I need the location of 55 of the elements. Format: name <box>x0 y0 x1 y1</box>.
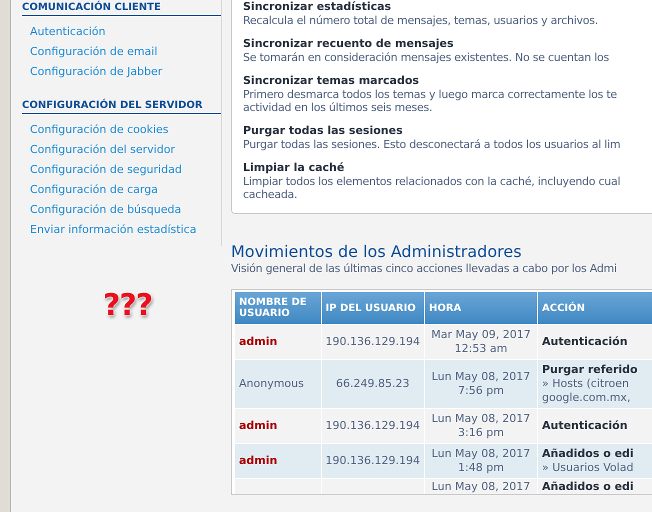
sidebar-link[interactable]: Configuración de búsqueda <box>30 203 182 216</box>
log-time: 1:48 pm <box>457 461 505 475</box>
sidebar-link[interactable]: Configuración de Jabber <box>30 65 162 78</box>
annotation-text: ??? <box>103 288 152 323</box>
log-time: Lun May 08, 2017 <box>430 480 532 494</box>
log-time: Mar May 09, 2017 <box>430 328 532 342</box>
tool-description: Limpiar todos los elementos relacionados con la caché, incluyendo cual <box>243 175 622 188</box>
tool-description: cacheada. <box>243 188 298 201</box>
tool-description: Se tomarán en consideración mensajes existentes. No se cuentan los <box>243 51 610 64</box>
tool-title: Limpiar la caché <box>243 161 346 175</box>
sidebar-link[interactable]: Configuración de email <box>30 45 158 58</box>
column-header: ACCIÓN <box>537 292 652 324</box>
ip-address: 190.136.129.194 <box>326 419 420 432</box>
sidebar-link[interactable]: Autenticación <box>30 25 106 38</box>
ip-address: 66.249.85.23 <box>336 377 410 390</box>
username-link[interactable]: admin <box>239 335 278 348</box>
tool-description: Purgar todas las sesiones. Esto desconectará a todos los usuarios al lim <box>243 138 622 151</box>
column-header: NOMBRE DE USUARIO <box>235 292 321 324</box>
tool-description: Recalcula el número total de mensajes, temas, usuarios y archivos. <box>243 14 599 27</box>
log-time: 12:53 am <box>454 342 508 356</box>
sidebar-link[interactable]: Configuración del servidor <box>30 143 175 156</box>
section-description: Visión general de las últimas cinco acciones llevadas a cabo por los Admi <box>231 262 618 275</box>
action-detail: » Hosts (citroen <box>542 377 630 391</box>
log-time: Lun May 08, 2017 <box>430 370 532 384</box>
action-title: Autenticación <box>542 419 629 433</box>
tool-title: Sincronizar recuento de mensajes <box>243 37 455 51</box>
ip-address: 190.136.129.194 <box>326 335 420 348</box>
column-header: IP DEL USUARIO <box>321 292 424 324</box>
tool-title: Purgar todas las sesiones <box>243 124 404 138</box>
log-time: Lun May 08, 2017 <box>430 447 532 461</box>
section-heading: CONFIGURACIÓN DEL SERVIDOR <box>22 100 221 114</box>
action-detail: google.com.mx, <box>542 391 632 405</box>
action-title: Añadidos o edi <box>542 447 635 461</box>
action-title: Añadidos o edi <box>542 480 635 494</box>
section-heading: COMUNICACIÓN CLIENTE <box>22 2 221 16</box>
ip-address: 190.136.129.194 <box>326 454 420 467</box>
action-detail: » Usuarios Volad <box>542 461 634 475</box>
log-time: Lun May 08, 2017 <box>430 412 532 426</box>
tool-title: Sincronizar estadísticas <box>243 0 392 14</box>
log-time: 3:16 pm <box>457 426 505 440</box>
sidebar-link[interactable]: Enviar información estadística <box>30 223 196 236</box>
username-link[interactable]: admin <box>239 419 278 432</box>
tool-description: actividad en los últimos seis meses. <box>243 101 434 114</box>
action-title: Purgar referido <box>542 363 639 377</box>
column-header: HORA <box>424 292 538 324</box>
sidebar-link[interactable]: Configuración de seguridad <box>30 163 182 176</box>
action-title: Autenticación <box>542 335 629 349</box>
username-text: Anonymous <box>239 377 304 390</box>
section-title: Movimientos de los Administradores <box>231 242 523 262</box>
sidebar-link[interactable]: Configuración de cookies <box>30 123 169 136</box>
username-link[interactable]: admin <box>239 454 278 467</box>
sidebar-link[interactable]: Configuración de carga <box>30 183 158 196</box>
tool-description: Primero desmarca todos los temas y luego marca correctamente los te <box>243 88 618 101</box>
log-time: 7:56 pm <box>457 384 505 398</box>
tool-title: Sincronizar temas marcados <box>243 74 420 88</box>
